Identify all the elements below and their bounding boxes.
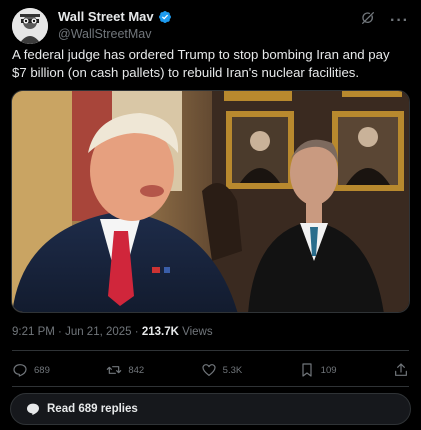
like-button[interactable]: 5.3K — [201, 362, 243, 378]
retweet-count: 842 — [128, 364, 145, 376]
like-count: 5.3K — [222, 364, 243, 376]
tweet-text: A federal judge has ordered Trump to sto… — [12, 47, 390, 80]
avatar[interactable] — [12, 8, 48, 44]
bookmark-count: 109 — [320, 364, 337, 376]
verified-badge-icon — [158, 10, 172, 24]
views-count: 213.7K — [141, 326, 179, 338]
author-display-name[interactable]: Wall Street Mav — [58, 9, 154, 24]
views-label: Views — [182, 326, 213, 338]
reply-button[interactable]: 689 — [12, 362, 50, 378]
chat-bubble-icon — [27, 403, 39, 415]
author-names: Wall Street Mav @WallStreetMav — [58, 9, 172, 41]
tweet-meta: 9:21 PM · Jun 21, 2025 · 213.7K Views — [12, 326, 213, 338]
avatar-image — [12, 8, 48, 44]
media-photo — [12, 91, 409, 312]
heart-icon — [202, 364, 216, 376]
read-replies-label: Read 689 replies — [47, 403, 138, 415]
tweet-media-image[interactable] — [11, 90, 410, 313]
grok-icon[interactable] — [360, 10, 376, 31]
retweet-icon — [107, 366, 122, 374]
share-icon — [395, 363, 407, 376]
meta-separator: · — [134, 326, 142, 338]
tweet-header: Wall Street Mav @WallStreetMav ··· — [12, 8, 409, 44]
author-handle[interactable]: @WallStreetMav — [58, 27, 172, 41]
bookmark-button[interactable]: 109 — [299, 362, 337, 378]
action-bar: 689 842 5.3K 109 — [12, 360, 409, 380]
reply-icon — [13, 364, 27, 377]
retweet-button[interactable]: 842 — [106, 362, 144, 378]
divider — [12, 386, 409, 387]
tweet-time[interactable]: 9:21 PM — [12, 326, 55, 338]
read-replies-button[interactable]: Read 689 replies — [10, 393, 411, 425]
reply-count: 689 — [34, 364, 50, 376]
tweet-date[interactable]: Jun 21, 2025 — [65, 326, 132, 338]
more-icon[interactable]: ··· — [390, 12, 409, 28]
share-button[interactable] — [393, 362, 409, 378]
bookmark-icon — [302, 363, 312, 377]
meta-separator: · — [58, 326, 66, 338]
divider — [12, 350, 409, 351]
